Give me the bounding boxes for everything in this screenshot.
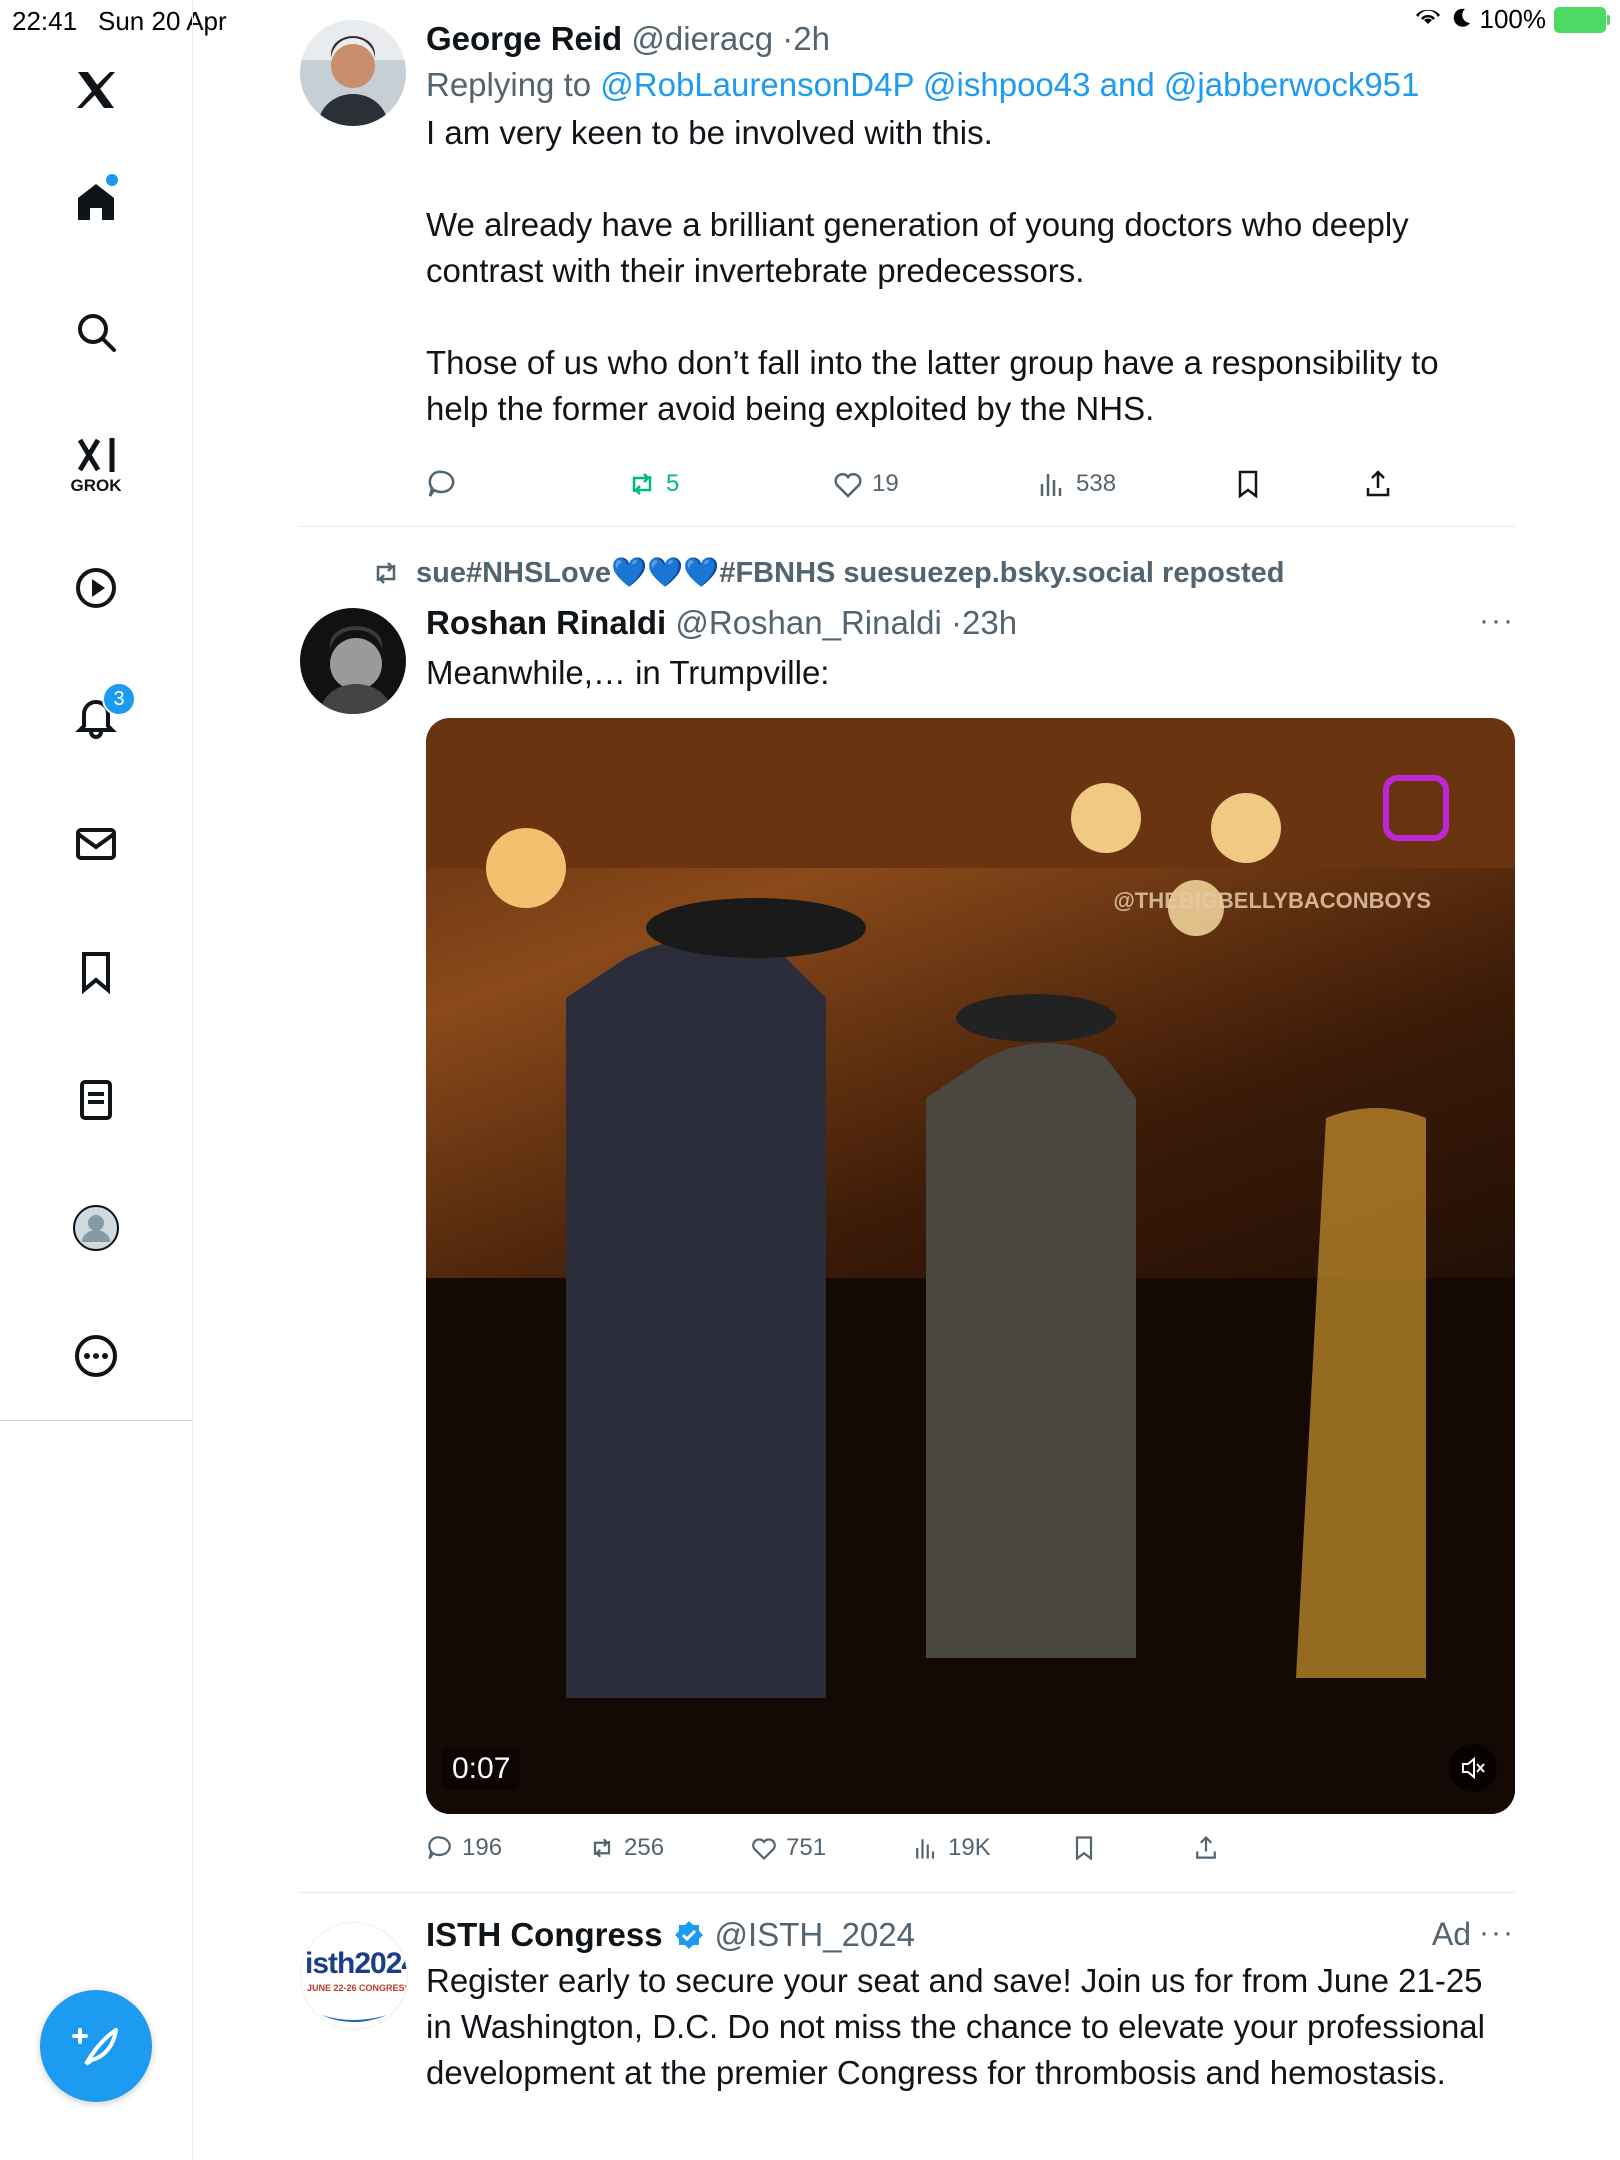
avatar[interactable]: isth2024 JUNE 22-26 CONGRESS bbox=[300, 1922, 408, 2030]
speaker-muted-icon bbox=[1462, 1756, 1485, 1780]
view-count: 19K bbox=[948, 1834, 991, 1861]
bookmarks-icon[interactable] bbox=[56, 932, 136, 1012]
like-count: 19 bbox=[872, 470, 899, 497]
reply-icon bbox=[428, 470, 455, 497]
share-icon bbox=[1366, 470, 1390, 497]
like-button[interactable]: 751 bbox=[750, 1834, 826, 1862]
author-handle[interactable]: @dieracg bbox=[631, 20, 773, 57]
repost-attribution: sue#NHSLove💙💙💙#FBNHS suesuezep.bsky.soci… bbox=[370, 556, 1285, 590]
author-name[interactable]: Roshan Rinaldi bbox=[426, 604, 666, 641]
post-separator bbox=[300, 1892, 1515, 1893]
x-logo-icon[interactable] bbox=[56, 50, 136, 130]
sidebar-divider bbox=[0, 1420, 192, 1421]
battery-icon bbox=[1554, 6, 1610, 33]
views-icon bbox=[916, 1839, 935, 1859]
bookmark-icon bbox=[1238, 470, 1258, 499]
replying-and: and bbox=[1099, 66, 1155, 103]
post-actions: 196 256 751 19K bbox=[426, 1828, 1515, 1868]
video-watermark: @THEBIGBELLYBACONBOYS bbox=[1113, 888, 1431, 913]
repost-icon bbox=[593, 1838, 611, 1858]
notifications-badge: 3 bbox=[102, 682, 136, 716]
repost-icon bbox=[632, 473, 652, 495]
heart-icon bbox=[834, 472, 862, 498]
feather-plus-icon bbox=[72, 2028, 118, 2066]
post-text: Meanwhile,… in Trumpville: bbox=[426, 654, 830, 691]
post-more-button[interactable]: ··· bbox=[1479, 1916, 1515, 1950]
reply-button[interactable] bbox=[426, 468, 458, 500]
author-name[interactable]: George Reid bbox=[426, 20, 622, 57]
post-text: Register early to secure your seat and s… bbox=[426, 1962, 1485, 2091]
replying-to-line: Replying to @RobLaurensonD4P @ishpoo43 a… bbox=[426, 66, 1515, 104]
post-text-paragraph: We already have a brilliant generation o… bbox=[426, 206, 1409, 289]
replying-prefix: Replying to bbox=[426, 66, 592, 103]
messages-icon[interactable] bbox=[56, 804, 136, 884]
author-name[interactable]: ISTH Congress bbox=[426, 1912, 663, 1958]
isth-logo-swoosh bbox=[321, 2015, 387, 2022]
views-icon bbox=[1040, 474, 1062, 496]
avatar[interactable] bbox=[300, 20, 406, 126]
bookmark-button[interactable] bbox=[1232, 468, 1264, 500]
reposted-by-text[interactable]: sue#NHSLove💙💙💙#FBNHS suesuezep.bsky.soci… bbox=[416, 556, 1285, 590]
repost-button[interactable]: 256 bbox=[588, 1834, 664, 1862]
compose-post-button[interactable] bbox=[40, 1990, 152, 2102]
share-button[interactable] bbox=[1192, 1834, 1220, 1862]
views-button[interactable]: 538 bbox=[1036, 468, 1116, 500]
post-more-button[interactable]: ··· bbox=[1479, 604, 1515, 638]
search-icon[interactable] bbox=[56, 292, 136, 372]
bookmark-icon bbox=[1075, 1836, 1093, 1861]
profile-avatar-icon[interactable] bbox=[56, 1188, 136, 1268]
share-button[interactable] bbox=[1362, 468, 1394, 500]
views-button[interactable]: 19K bbox=[912, 1834, 991, 1862]
post-time: 2h bbox=[793, 20, 831, 57]
bookmark-button[interactable] bbox=[1070, 1834, 1098, 1862]
lists-icon[interactable] bbox=[56, 1060, 136, 1140]
reply-icon bbox=[428, 1836, 451, 1860]
mute-button[interactable] bbox=[1449, 1744, 1497, 1792]
video-player[interactable]: @THEBIGBELLYBACONBOYS 0:07 bbox=[426, 718, 1515, 1814]
view-count: 538 bbox=[1076, 470, 1117, 497]
more-options-icon[interactable] bbox=[56, 1316, 136, 1396]
ad-label: Ad bbox=[1431, 1916, 1471, 1952]
reply-count: 196 bbox=[462, 1834, 503, 1861]
replying-last-link[interactable]: @jabberwock951 bbox=[1164, 66, 1419, 103]
repost-count: 5 bbox=[666, 470, 680, 497]
share-icon bbox=[1196, 1835, 1216, 1859]
post-actions: 5 19 538 bbox=[426, 462, 1515, 506]
separator-dot: · bbox=[782, 20, 794, 57]
post-text: I am very keen to be involved with this.… bbox=[426, 110, 1496, 432]
post-text-paragraph: I am very keen to be involved with this. bbox=[426, 114, 993, 151]
heart-icon bbox=[752, 1838, 776, 1861]
video-duration: 0:07 bbox=[442, 1748, 521, 1790]
video-icon[interactable] bbox=[56, 548, 136, 628]
post-text-paragraph: Those of us who don’t fall into the latt… bbox=[426, 344, 1439, 427]
sidebar: GROK 3 bbox=[0, 0, 193, 2160]
avatar[interactable] bbox=[300, 608, 406, 714]
verified-badge-icon bbox=[674, 1921, 703, 1949]
repost-button[interactable]: 5 bbox=[626, 468, 679, 500]
separator-dot: · bbox=[951, 604, 963, 641]
post-separator bbox=[300, 526, 1515, 527]
grok-label: GROK bbox=[70, 476, 122, 495]
repost-count: 256 bbox=[624, 1834, 665, 1861]
repost-icon bbox=[376, 562, 396, 584]
home-icon[interactable] bbox=[56, 162, 136, 242]
like-count: 751 bbox=[786, 1834, 827, 1861]
video-frame bbox=[426, 718, 1515, 1814]
replying-to-links[interactable]: @RobLaurensonD4P @ishpoo43 bbox=[600, 66, 1090, 103]
post-time: 23h bbox=[962, 604, 1018, 641]
notifications-bell-icon[interactable]: 3 bbox=[56, 676, 136, 756]
author-handle[interactable]: @Roshan_Rinaldi bbox=[675, 604, 941, 641]
like-button[interactable]: 19 bbox=[832, 468, 899, 500]
home-unread-dot bbox=[106, 174, 118, 186]
reply-button[interactable]: 196 bbox=[426, 1834, 502, 1862]
author-handle[interactable]: @ISTH_2024 bbox=[715, 1912, 915, 1958]
